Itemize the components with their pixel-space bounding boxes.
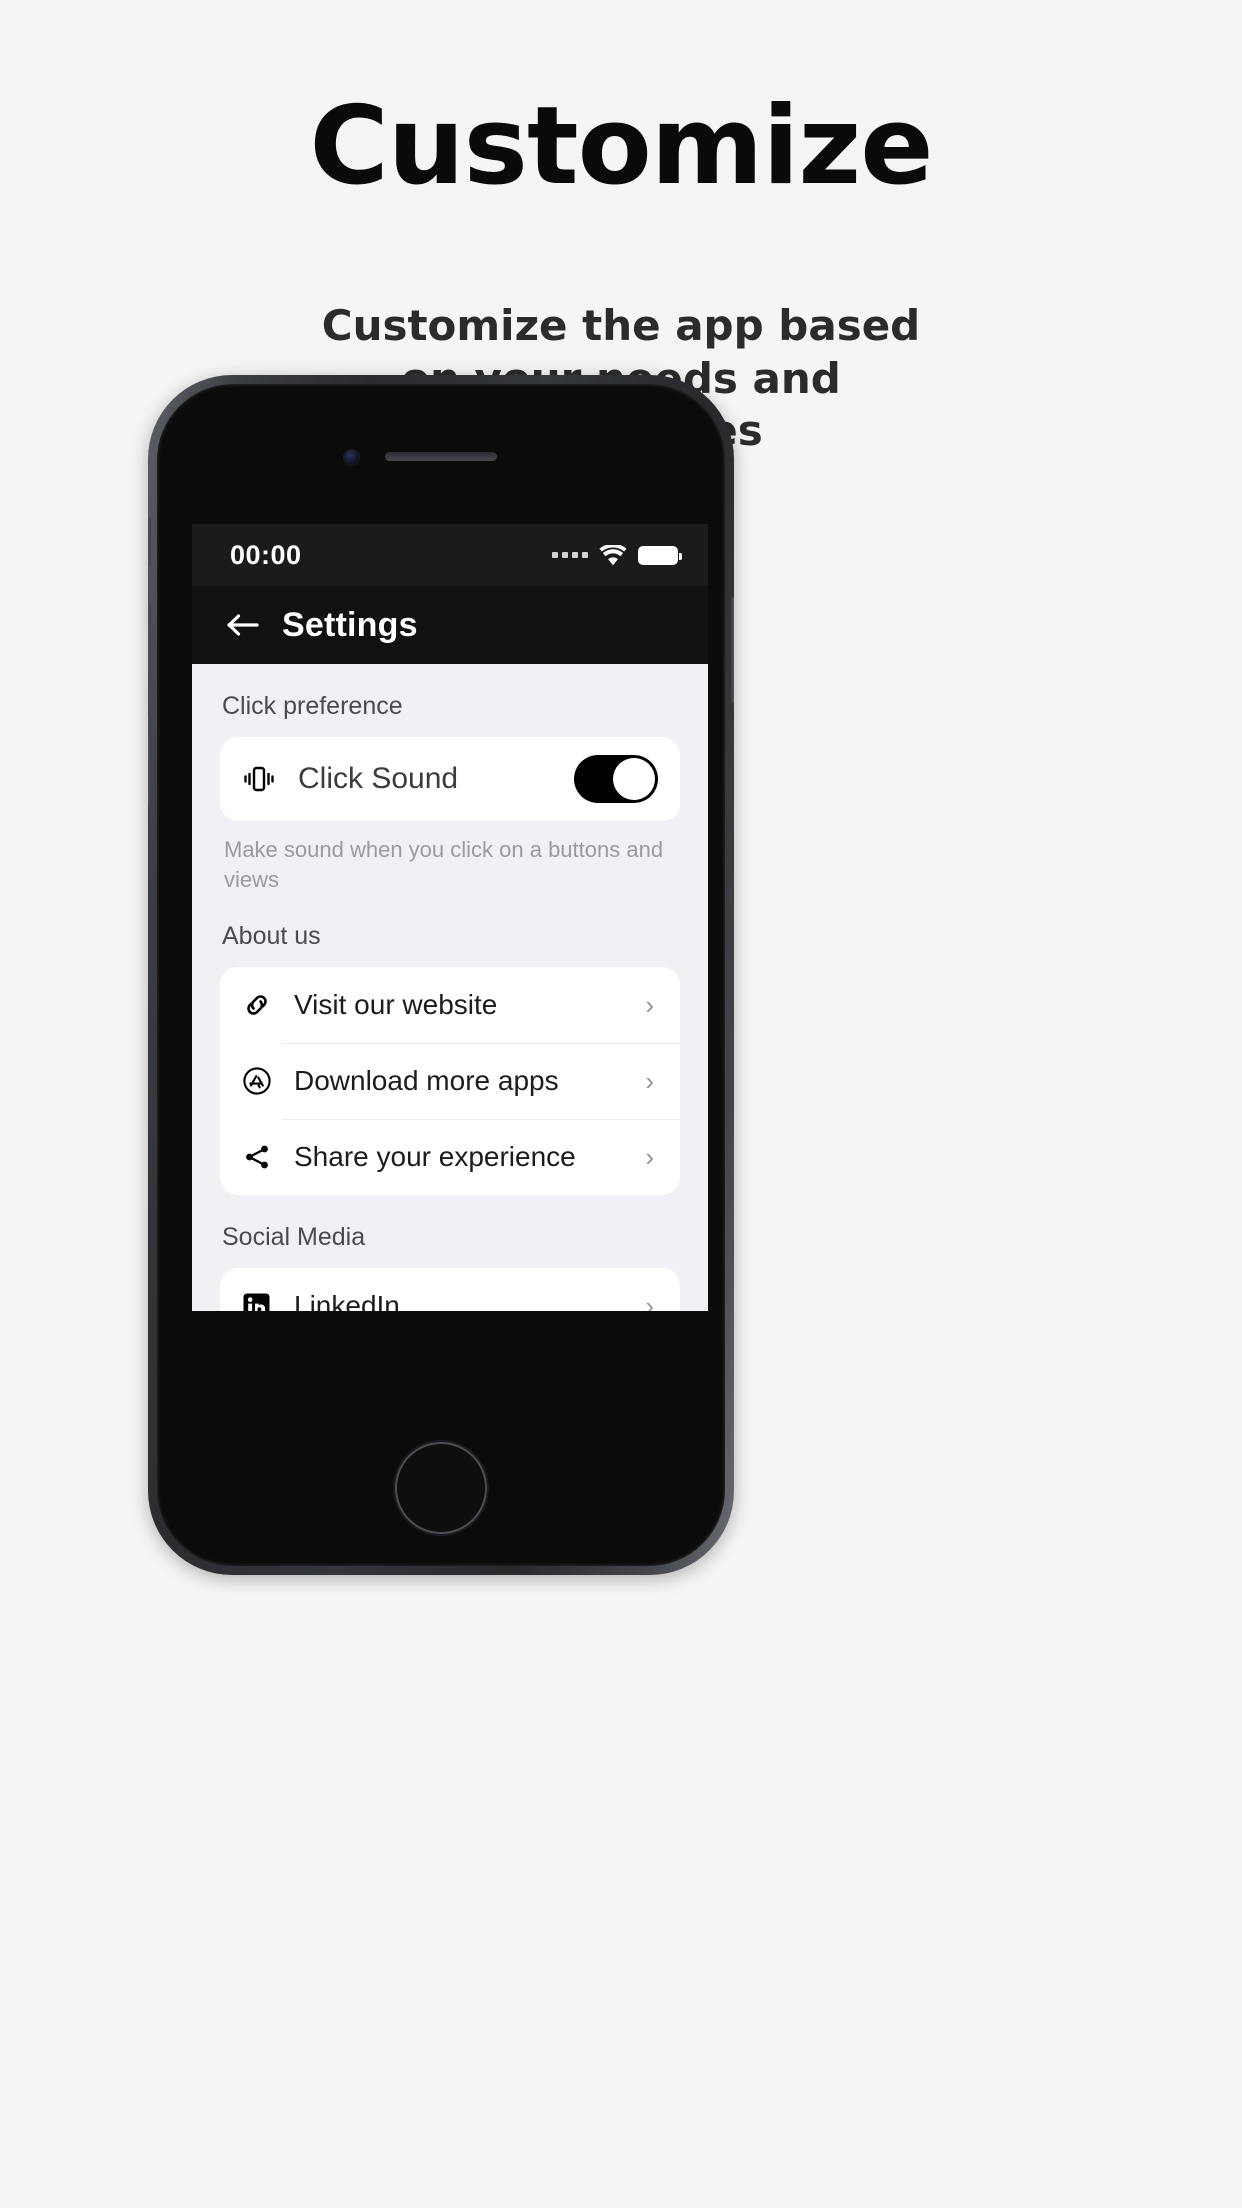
list-item-linkedin[interactable]: LinkedIn › [220, 1268, 680, 1311]
about-us-card: Visit our website › Download more apps ›… [220, 967, 680, 1196]
click-sound-helper-text: Make sound when you click on a buttons a… [224, 837, 664, 892]
chevron-right-icon: › [645, 1141, 654, 1172]
list-item-download-apps[interactable]: Download more apps › [220, 1043, 680, 1119]
page-title: Customize [309, 84, 934, 209]
wifi-icon [599, 544, 627, 566]
promo-screenshot: Customize Customize the app based on you… [0, 0, 1242, 2208]
click-sound-toggle[interactable] [574, 755, 658, 803]
click-preference-card: Click Sound [220, 737, 680, 821]
social-media-card: LinkedIn › Facebook › [220, 1268, 680, 1311]
list-item-label: Download more apps [294, 1065, 559, 1097]
appstore-icon [242, 1066, 284, 1096]
settings-content[interactable]: Click preference Click Sound Make sound … [192, 664, 708, 1311]
status-bar: 00:00 [192, 524, 708, 586]
list-item-share-experience[interactable]: Share your experience › [220, 1119, 680, 1195]
vibration-icon [242, 764, 284, 794]
phone-screen: 00:00 Settings Click preference Click So… [192, 524, 708, 1311]
signal-dots-icon [552, 552, 588, 558]
linkedin-icon [242, 1292, 284, 1311]
click-sound-label: Click Sound [298, 762, 459, 795]
toggle-knob [613, 758, 655, 800]
volume-down-button[interactable] [148, 715, 151, 803]
click-sound-row[interactable]: Click Sound [220, 737, 680, 821]
power-button[interactable] [731, 597, 734, 703]
navbar-title: Settings [282, 605, 418, 644]
share-icon [242, 1142, 284, 1172]
silent-switch-button[interactable] [148, 517, 151, 567]
app-navbar: Settings [192, 586, 708, 664]
chevron-right-icon: › [645, 989, 654, 1020]
chevron-right-icon: › [645, 1290, 654, 1311]
link-icon [242, 990, 284, 1020]
home-button[interactable] [395, 1442, 487, 1534]
status-time: 00:00 [230, 539, 302, 570]
back-arrow-icon[interactable] [226, 612, 260, 638]
list-item-label: Visit our website [294, 989, 498, 1021]
phone-mockup: 00:00 Settings Click preference Click So… [148, 375, 734, 1575]
section-header-social-media: Social Media [222, 1223, 366, 1252]
section-header-click-preference: Click preference [222, 692, 403, 720]
front-camera-icon [344, 450, 359, 465]
section-header-about-us: About us [222, 922, 321, 951]
volume-up-button[interactable] [148, 603, 151, 691]
list-item-label: LinkedIn [294, 1290, 400, 1311]
status-icons [552, 544, 682, 566]
list-item-visit-website[interactable]: Visit our website › [220, 967, 680, 1043]
phone-body: 00:00 Settings Click preference Click So… [157, 384, 725, 1566]
chevron-right-icon: › [645, 1065, 654, 1096]
earpiece-speaker [385, 452, 497, 461]
list-item-label: Share your experience [294, 1141, 576, 1173]
battery-full-icon [638, 545, 682, 565]
